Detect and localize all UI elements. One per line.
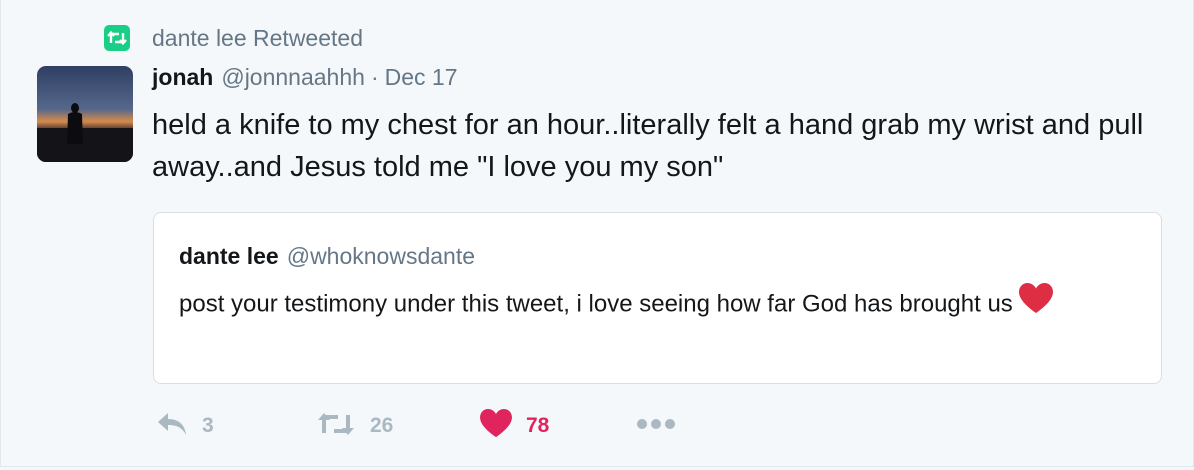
tweet-text: held a knife to my chest for an hour..li… — [152, 109, 1144, 183]
quoted-tweet-text: post your testimony under this tweet, i … — [179, 290, 1013, 318]
author-handle[interactable]: @jonnnaahhh — [221, 64, 365, 91]
more-icon — [636, 417, 676, 435]
retweet-button[interactable]: 26 — [316, 408, 393, 444]
like-button[interactable]: 78 — [480, 408, 549, 444]
quoted-tweet-header: dante lee @whoknowsdante — [179, 243, 475, 270]
author-name[interactable]: jonah — [152, 64, 213, 91]
more-button[interactable] — [636, 408, 676, 444]
reply-icon — [156, 411, 188, 442]
quoted-author-handle: @whoknowsdante — [286, 243, 476, 269]
heart-icon — [480, 408, 512, 444]
action-bar: 3 26 78 — [156, 408, 756, 444]
reply-count: 3 — [202, 414, 214, 437]
separator: · — [370, 64, 379, 90]
retweet-count: 26 — [370, 414, 394, 437]
quoted-author-name: dante lee — [179, 243, 279, 269]
retweet-icon — [316, 411, 356, 442]
red-heart-emoji-icon — [1018, 283, 1053, 327]
retweet-context-text[interactable]: dante lee Retweeted — [152, 25, 363, 52]
quoted-tweet-text-block: post your testimony under this tweet, i … — [179, 283, 1149, 327]
avatar[interactable] — [37, 66, 133, 162]
reply-button[interactable]: 3 — [156, 408, 214, 444]
quoted-tweet[interactable]: dante lee @whoknowsdante post your testi… — [153, 212, 1162, 384]
like-count: 78 — [526, 414, 550, 437]
tweet-card[interactable]: dante lee Retweeted jonah @jonnnaahhh · … — [0, 0, 1194, 467]
retweet-icon — [104, 25, 130, 51]
retweet-context: dante lee Retweeted — [104, 24, 363, 52]
tweet-date[interactable]: Dec 17 — [385, 64, 458, 91]
tweet-header: jonah @jonnnaahhh · Dec 17 — [152, 64, 457, 96]
